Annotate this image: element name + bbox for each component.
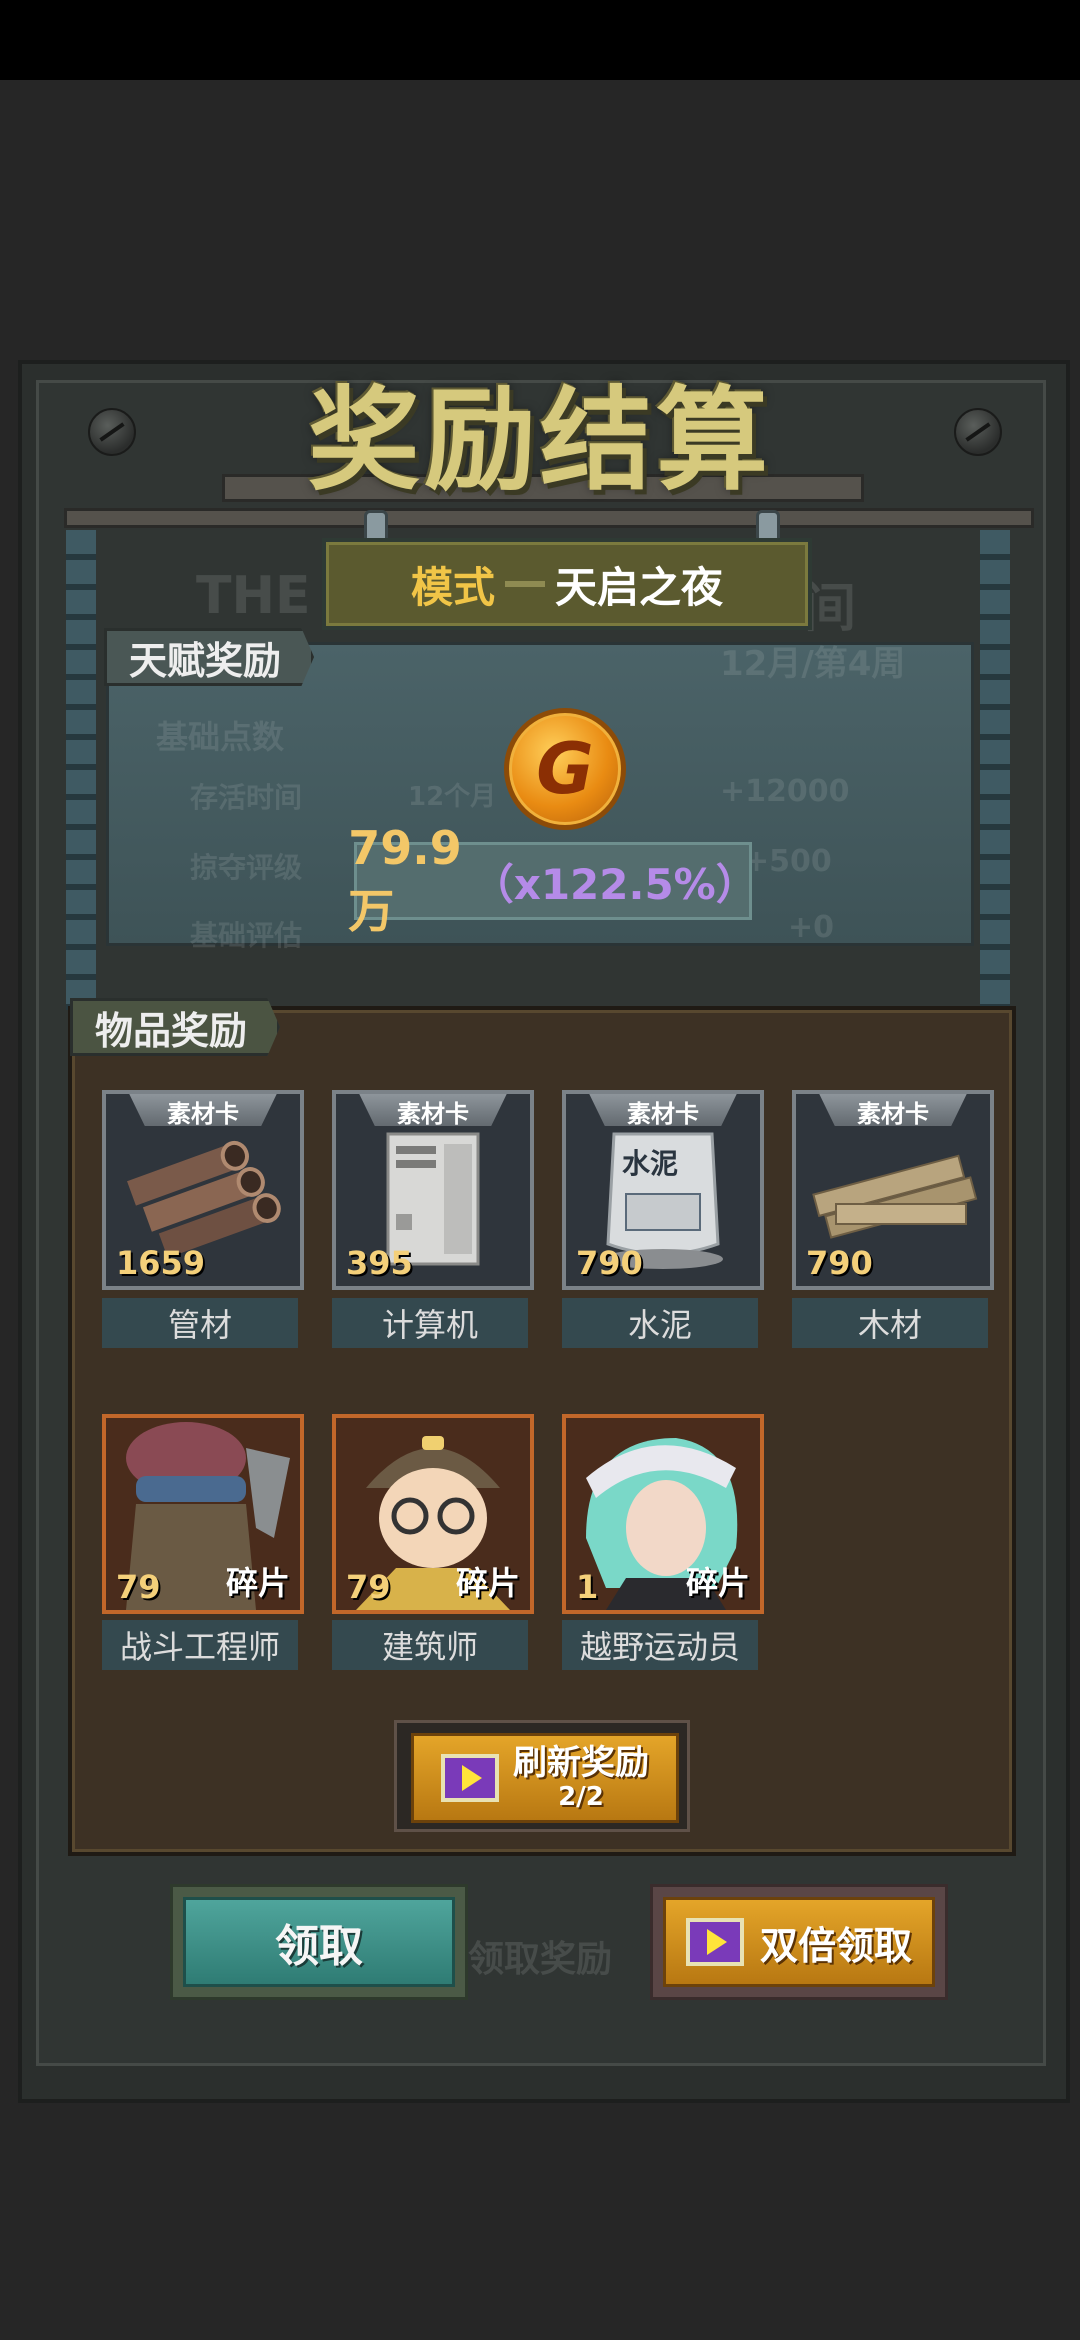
side-stripe <box>980 530 1010 1010</box>
talent-reward-plate: 79.9万 （x122.5%） <box>348 821 758 938</box>
talent-reward-amount: 79.9万 <box>348 821 462 938</box>
ghost-text: 12月/第4周 <box>720 644 906 684</box>
item-card-cement[interactable]: 水泥 素材卡 790 <box>562 1090 764 1290</box>
card-name: 计算机 <box>332 1298 528 1348</box>
double-claim-label: 双倍领取 <box>759 1923 912 1968</box>
talent-reward-multiplier: （x122.5%） <box>471 859 758 909</box>
card-fragment-label: 碎片 <box>455 1564 520 1602</box>
ghost-text: 基础点数 <box>156 718 285 756</box>
page-title: 奖励结算 <box>308 376 772 506</box>
card-name: 水泥 <box>562 1298 758 1348</box>
card-name: 建筑师 <box>332 1620 528 1670</box>
refresh-count: 2/2 <box>558 1781 604 1812</box>
gold-coin-icon: G <box>504 708 626 830</box>
card-name: 管材 <box>102 1298 298 1348</box>
video-play-icon <box>441 1754 499 1802</box>
hero-card-architect[interactable]: 79 碎片 <box>332 1414 534 1614</box>
ghost-text: 领取奖励 <box>468 1939 613 1980</box>
card-quantity: 790 <box>806 1244 873 1282</box>
double-claim-button-face[interactable]: 双倍领取 <box>663 1897 935 1987</box>
mode-plate: 模式 天启之夜 <box>322 538 812 630</box>
card-name: 木材 <box>792 1298 988 1348</box>
refresh-rewards-button[interactable]: 刷新奖励 2/2 <box>394 1720 690 1832</box>
side-stripe <box>66 530 96 1010</box>
refresh-label-group: 刷新奖励 2/2 <box>513 1742 649 1813</box>
cement-bag-text: 水泥 <box>622 1147 679 1180</box>
refresh-rewards-button-face[interactable]: 刷新奖励 2/2 <box>411 1733 679 1823</box>
status-bar <box>0 0 1080 80</box>
video-play-icon <box>685 1918 744 1966</box>
card-quantity: 79 <box>346 1568 391 1606</box>
double-claim-button[interactable]: 双倍领取 <box>650 1884 948 2000</box>
ghost-text: +12000 <box>720 774 850 809</box>
card-quantity: 790 <box>576 1244 643 1282</box>
ghost-text: 掠夺评级 <box>190 851 303 884</box>
hero-card-trail-runner[interactable]: 1 碎片 <box>562 1414 764 1614</box>
ghost-text: 12个月 <box>408 782 497 812</box>
card-quantity: 79 <box>116 1568 161 1606</box>
hero-card-combat-engineer[interactable]: 79 碎片 <box>102 1414 304 1614</box>
item-card-computer[interactable]: 素材卡 395 <box>332 1090 534 1290</box>
item-card-wood[interactable]: 素材卡 790 <box>792 1090 994 1290</box>
card-quantity: 1 <box>576 1568 599 1606</box>
ghost-text: +0 <box>788 910 835 945</box>
card-quantity: 395 <box>346 1244 413 1282</box>
card-fragment-label: 碎片 <box>225 1564 290 1602</box>
mode-dash <box>505 581 545 587</box>
claim-button-face[interactable]: 领取 <box>183 1897 455 1987</box>
card-name: 战斗工程师 <box>102 1620 298 1670</box>
refresh-label: 刷新奖励 <box>513 1742 649 1783</box>
ghost-text: THE <box>196 566 311 626</box>
items-section-label: 物品奖励 <box>70 998 281 1056</box>
item-card-pipe[interactable]: 素材卡 1659 <box>102 1090 304 1290</box>
card-quantity: 1659 <box>116 1244 206 1282</box>
card-name: 越野运动员 <box>562 1620 758 1670</box>
mode-name: 天启之夜 <box>555 562 724 612</box>
mode-label: 模式 <box>410 562 495 612</box>
talent-section-label: 天赋奖励 <box>104 628 315 686</box>
claim-button[interactable]: 领取 <box>170 1884 468 2000</box>
ghost-text: 基础评估 <box>190 919 303 952</box>
card-fragment-label: 碎片 <box>685 1564 750 1602</box>
ghost-text: 存活时间 <box>190 781 303 814</box>
